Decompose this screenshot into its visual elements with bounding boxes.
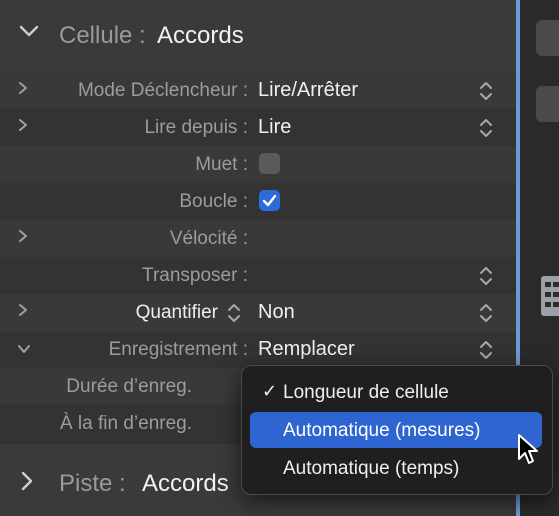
up-down-stepper-icon[interactable] — [226, 300, 242, 326]
play-from-value[interactable]: Lire — [258, 116, 291, 139]
chevron-right-icon[interactable] — [16, 302, 30, 323]
up-down-stepper-icon[interactable] — [478, 337, 494, 363]
loop-checkbox[interactable] — [259, 190, 280, 211]
quantize-label[interactable]: Quantifier — [136, 302, 218, 324]
trigger-mode-value[interactable]: Lire/Arrêter — [258, 79, 358, 102]
menu-item-cell-length[interactable]: ✓ Longueur de cellule — [250, 374, 542, 410]
mute-label: Muet : — [195, 154, 248, 175]
track-section-label: Piste : — [59, 470, 126, 497]
toolbar-button[interactable] — [536, 86, 559, 122]
chevron-down-icon[interactable] — [16, 340, 32, 361]
chevron-down-icon[interactable] — [18, 20, 40, 48]
trigger-mode-label: Mode Déclencheur : — [77, 80, 248, 101]
recording-label: Enregistrement : — [108, 339, 248, 360]
quantize-value[interactable]: Non — [258, 301, 295, 324]
menu-item-auto-bars[interactable]: Automatique (mesures) — [250, 412, 542, 448]
mute-checkbox[interactable] — [259, 153, 280, 174]
row-mute: Muet : — [0, 146, 516, 183]
row-loop: Boucle : — [0, 183, 516, 220]
velocity-label: Vélocité : — [169, 228, 248, 249]
menu-item-label: Automatique (temps) — [283, 458, 460, 479]
row-velocity: Vélocité : — [0, 220, 516, 257]
pointer-cursor-icon — [517, 433, 541, 472]
checkmark-icon: ✓ — [262, 381, 278, 401]
row-trigger-mode: Mode Déclencheur : Lire/Arrêter — [0, 72, 516, 109]
up-down-stepper-icon[interactable] — [478, 263, 494, 289]
recording-value[interactable]: Remplacer — [258, 338, 355, 361]
cell-section-label: Cellule : — [59, 22, 146, 49]
row-play-from: Lire depuis : Lire — [0, 109, 516, 146]
row-recording: Enregistrement : Remplacer — [0, 331, 516, 368]
chevron-right-icon[interactable] — [18, 470, 36, 498]
up-down-stepper-icon[interactable] — [478, 115, 494, 141]
cell-section-name: Accords — [157, 22, 244, 49]
chevron-right-icon[interactable] — [16, 80, 30, 101]
menu-item-auto-beats[interactable]: Automatique (temps) — [250, 450, 542, 486]
cell-section-header[interactable]: Cellule : Accords — [0, 0, 516, 72]
up-down-stepper-icon[interactable] — [478, 78, 494, 104]
play-from-label: Lire depuis : — [144, 117, 248, 138]
chevron-right-icon[interactable] — [16, 228, 30, 249]
transpose-label: Transposer : — [142, 265, 248, 286]
row-quantize: Quantifier Non — [0, 294, 516, 331]
toolbar-button[interactable] — [536, 20, 559, 56]
loop-label: Boucle : — [179, 191, 248, 212]
row-transpose: Transposer : — [0, 257, 516, 294]
recording-length-label: Durée d’enreg. — [66, 376, 192, 397]
after-recording-label: À la fin d’enreg. — [59, 413, 192, 434]
up-down-stepper-icon[interactable] — [478, 300, 494, 326]
track-section-name: Accords — [142, 470, 229, 497]
menu-item-label: Automatique (mesures) — [283, 420, 481, 441]
instrument-thumbnail[interactable] — [541, 276, 559, 316]
recording-length-popup-menu: ✓ Longueur de cellule Automatique (mesur… — [241, 365, 553, 495]
chevron-right-icon[interactable] — [16, 117, 30, 138]
menu-item-label: Longueur de cellule — [283, 382, 449, 403]
